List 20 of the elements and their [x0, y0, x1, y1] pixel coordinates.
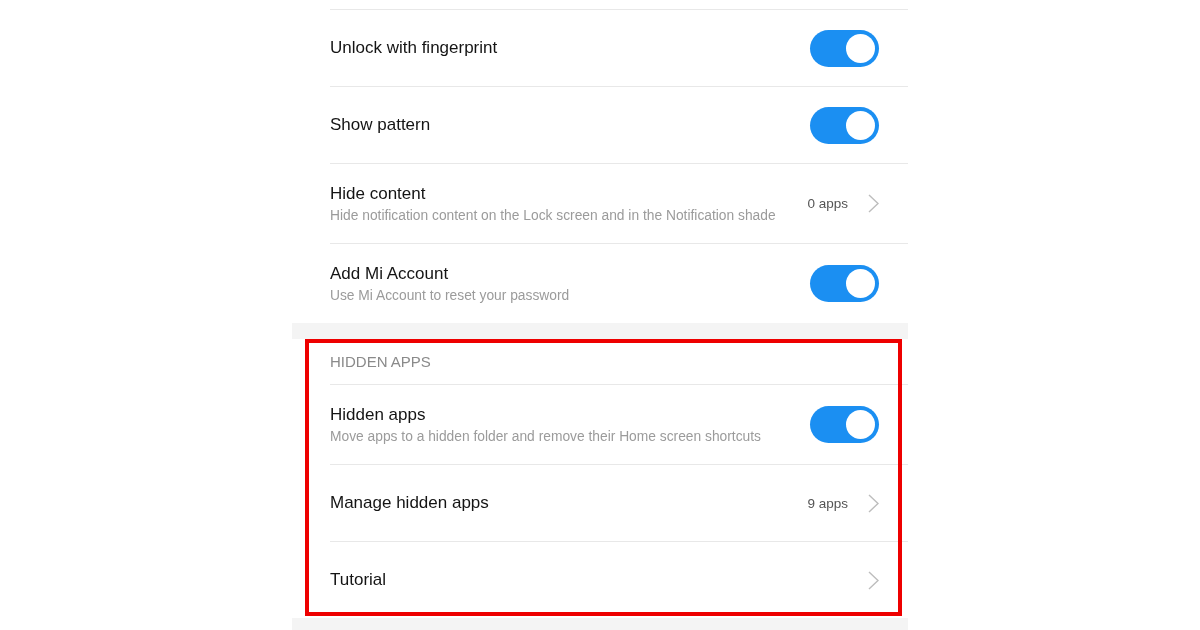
row-title: Manage hidden apps	[330, 492, 489, 514]
chevron-right-icon	[868, 570, 879, 590]
row-title: Unlock with fingerprint	[330, 37, 498, 59]
chevron-right-icon	[868, 194, 879, 213]
section-header: HIDDEN APPS	[330, 353, 431, 370]
row-value: 9 apps	[807, 495, 848, 511]
toggle-switch[interactable]	[810, 265, 879, 302]
row-description: Move apps to a hidden folder and remove their Home screen shortcuts	[330, 427, 761, 446]
row-title: Show pattern	[330, 114, 431, 136]
row-description: Hide notification content on the Lock screen and in the Notification shade	[330, 206, 776, 225]
toggle-switch[interactable]	[810, 406, 879, 443]
row-title: Add Mi Account	[330, 262, 449, 285]
row-title: Hidden apps	[330, 403, 426, 426]
toggle-switch[interactable]	[810, 29, 879, 67]
row-title: Hide content	[330, 182, 426, 205]
chevron-right-icon	[868, 493, 879, 513]
row-value: 0 apps	[807, 196, 848, 211]
row-title: Tutorial	[330, 569, 387, 591]
row-description: Use Mi Account to reset your password	[330, 286, 570, 305]
toggle-switch[interactable]	[810, 106, 879, 144]
